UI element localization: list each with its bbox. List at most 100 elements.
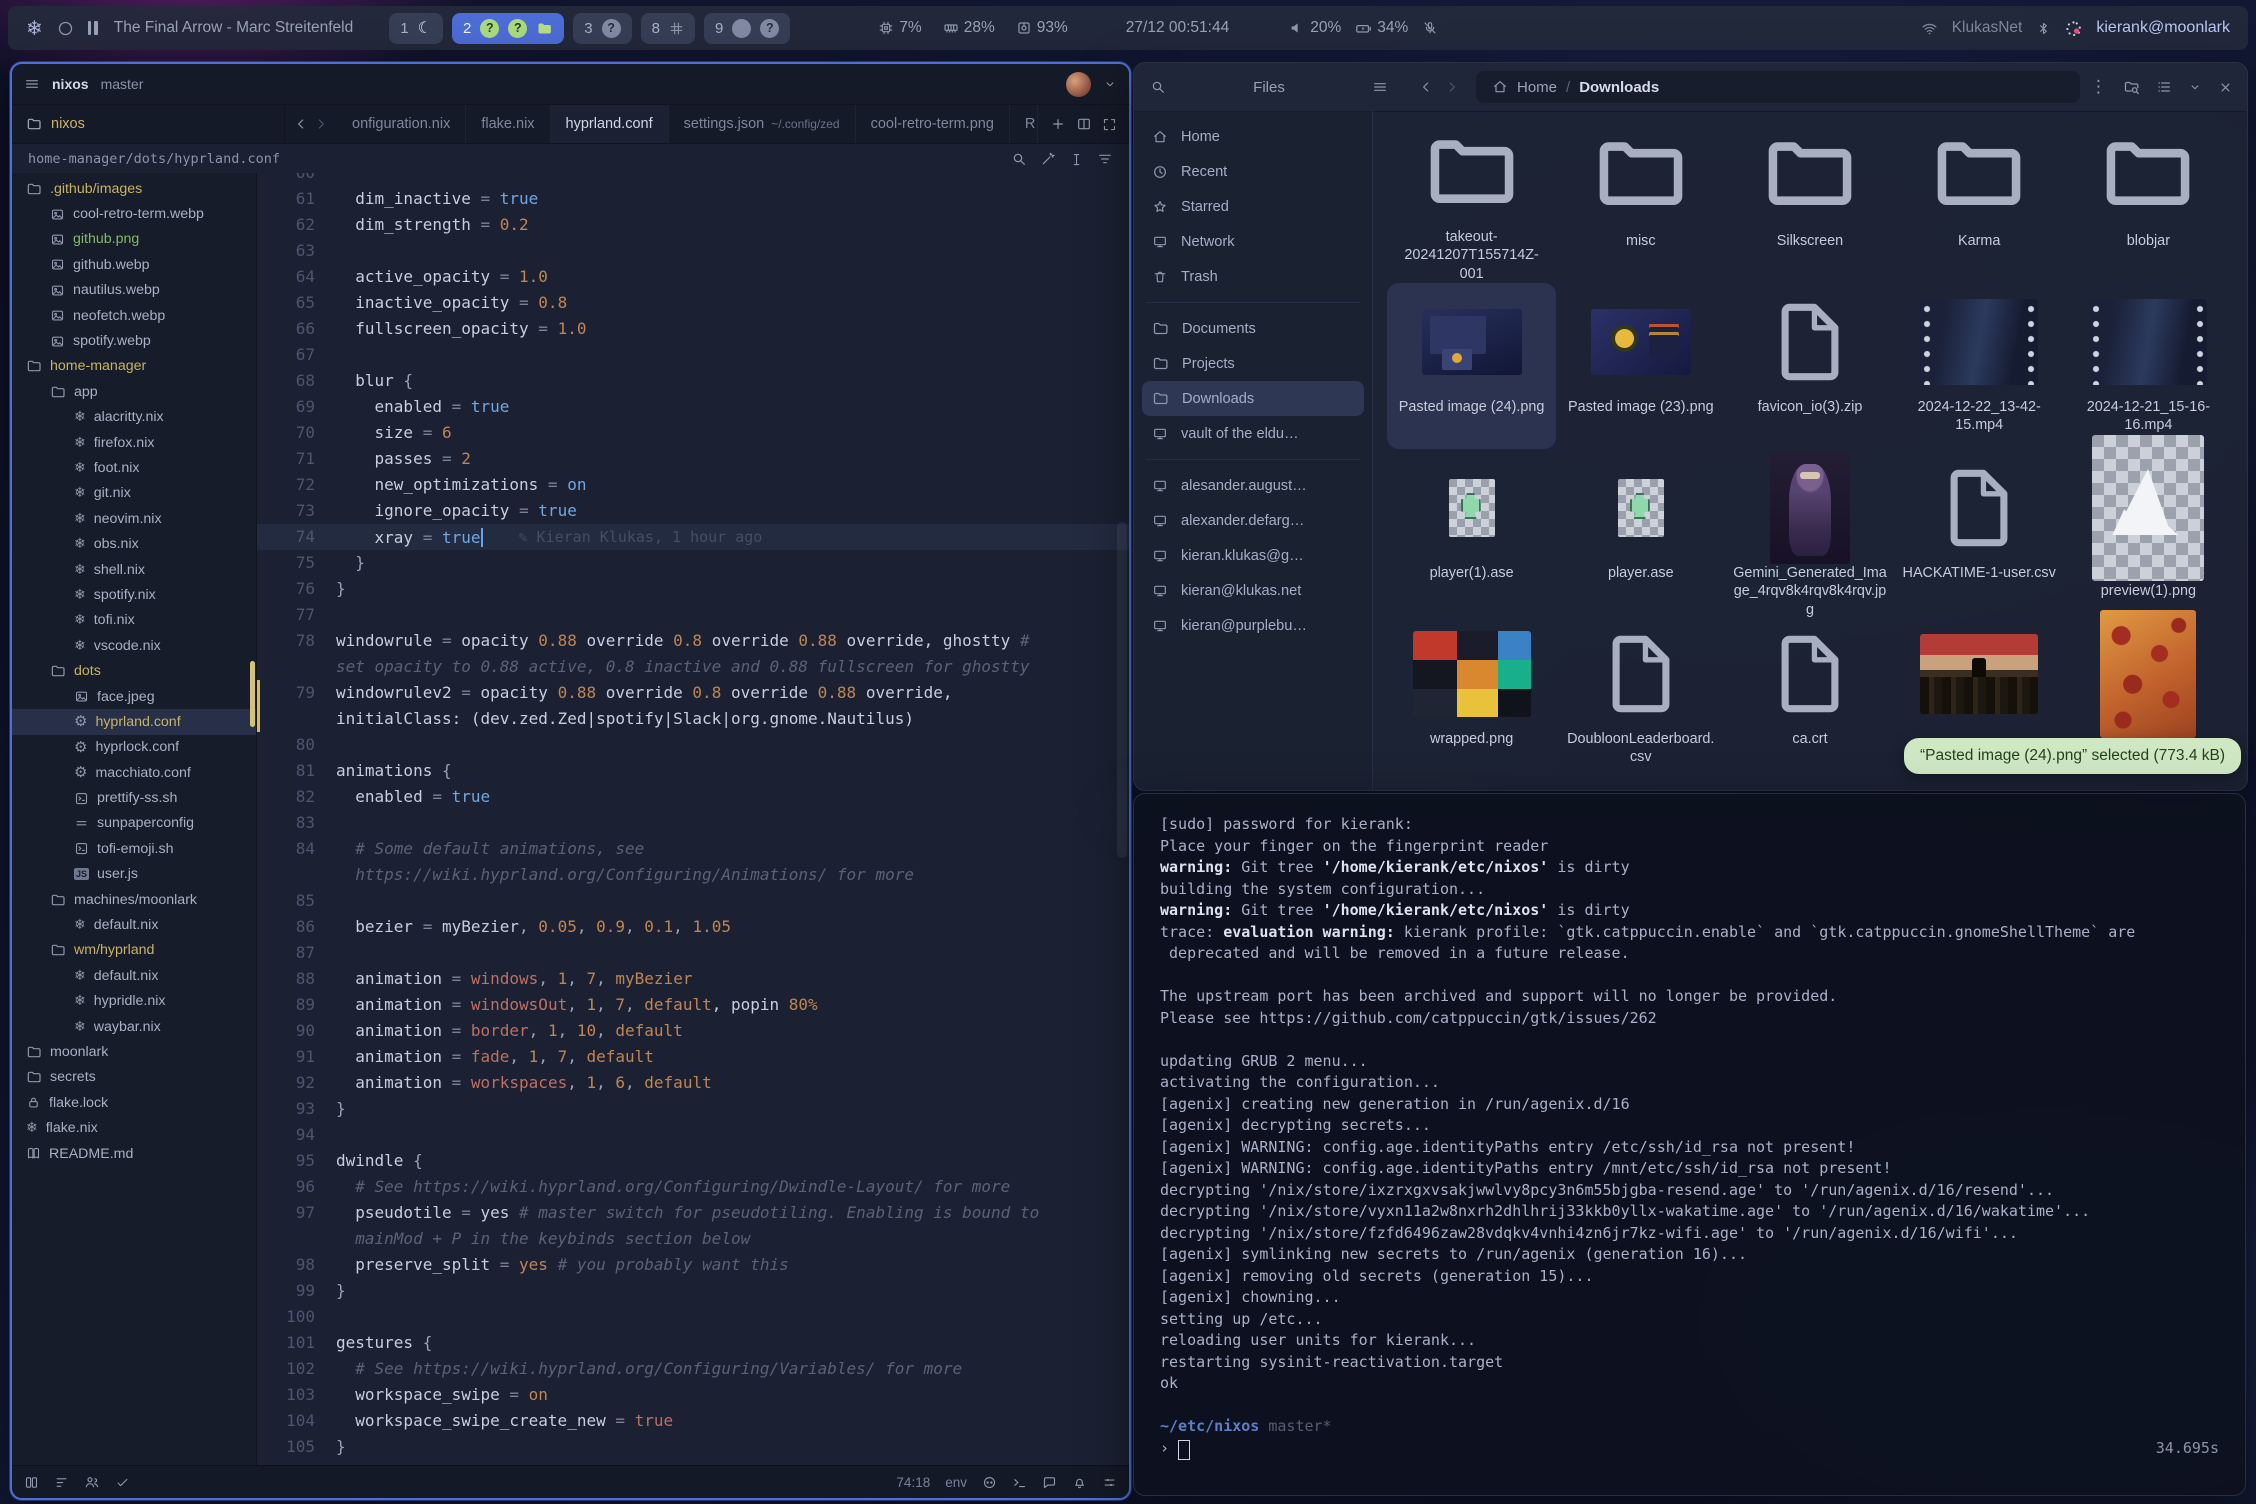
workspace-3[interactable]: 3? xyxy=(573,13,631,44)
wifi-icon[interactable] xyxy=(1921,20,1938,37)
code-line-77[interactable]: 77 xyxy=(257,602,1129,628)
code-line-70[interactable]: 70 size = 6 xyxy=(257,420,1129,446)
code-line-wrap[interactable]: mainMod + P in the keybinds section belo… xyxy=(257,1226,1129,1252)
code-line-104[interactable]: 104 workspace_swipe_create_new = true xyxy=(257,1408,1129,1434)
code-line-83[interactable]: 83 xyxy=(257,810,1129,836)
kebab-menu-icon[interactable]: ⋮ xyxy=(2090,79,2107,96)
tree-item-readme-md[interactable]: README.md xyxy=(12,1141,256,1166)
workspace-2[interactable]: 2?? xyxy=(452,13,564,44)
tree-item-default-nix[interactable]: ❄default.nix xyxy=(12,963,256,988)
code-line-91[interactable]: 91 animation = fade, 1, 7, default xyxy=(257,1044,1129,1070)
code-line-wrap[interactable]: set opacity to 0.88 active, 0.8 inactive… xyxy=(257,654,1129,680)
code-line-98[interactable]: 98 preserve_split = yes # you probably w… xyxy=(257,1252,1129,1278)
code-line-101[interactable]: 101gestures { xyxy=(257,1330,1129,1356)
tree-item-obs-nix[interactable]: ❄obs.nix xyxy=(12,531,256,556)
file-item-hackatime-1-user-csv[interactable]: HACKATIME-1-user.csv xyxy=(1895,449,2064,615)
sidebar-item-home[interactable]: Home xyxy=(1142,119,1364,154)
forward-icon[interactable] xyxy=(1444,79,1460,95)
file-item-image-removebg-preview-1-png[interactable]: image-removebg-preview(1).png xyxy=(2064,449,2233,615)
tree-item-git-nix[interactable]: ❄git.nix xyxy=(12,481,256,506)
ibeam-icon[interactable] xyxy=(1069,151,1084,167)
tree-item--github-images[interactable]: .github/images xyxy=(12,176,256,201)
env-label[interactable]: env xyxy=(945,1475,967,1490)
sidebar-item-projects[interactable]: Projects xyxy=(1142,346,1364,381)
tree-item-sunpaperconfig[interactable]: sunpaperconfig xyxy=(12,811,256,836)
mic-muted-icon[interactable] xyxy=(1422,20,1438,36)
code-line-72[interactable]: 72 new_optimizations = on xyxy=(257,472,1129,498)
tree-item-spotify-nix[interactable]: ❄spotify.nix xyxy=(12,582,256,607)
tree-item-nautilus-webp[interactable]: nautilus.webp xyxy=(12,278,256,303)
tree-item-dots[interactable]: dots xyxy=(12,658,256,683)
file-item-gemini-generated-image-4rqv8k4rqv8k4rqv-jpg[interactable]: Gemini_Generated_Image_4rqv8k4rqv8k4rqv.… xyxy=(1725,449,1894,615)
tree-item-alacritty-nix[interactable]: ❄alacritty.nix xyxy=(12,405,256,430)
tree-item-home-manager[interactable]: home-manager xyxy=(12,354,256,379)
code-line-62[interactable]: 62 dim_strength = 0.2 xyxy=(257,212,1129,238)
code-line-65[interactable]: 65 inactive_opacity = 0.8 xyxy=(257,290,1129,316)
code-line-103[interactable]: 103 workspace_swipe = on xyxy=(257,1382,1129,1408)
sidebar-item-downloads[interactable]: Downloads xyxy=(1142,381,1364,416)
diagnostics-check-icon[interactable] xyxy=(115,1475,130,1490)
wifi-ssid[interactable]: KlukasNet xyxy=(1952,19,2023,37)
tree-item-neofetch-webp[interactable]: neofetch.webp xyxy=(12,303,256,328)
code-line-100[interactable]: 100 xyxy=(257,1304,1129,1330)
file-item-misc[interactable]: misc xyxy=(1556,117,1725,283)
new-tab-icon[interactable] xyxy=(1050,116,1066,132)
tree-item-flake-nix[interactable]: ❄flake.nix xyxy=(12,1115,256,1140)
sidebar-item-kieran-klukas-net[interactable]: kieran@klukas.net xyxy=(1142,573,1364,608)
sidebar-item-alesander-august-[interactable]: alesander.august… xyxy=(1142,468,1364,503)
editor-scrollbar-thumb[interactable] xyxy=(1117,522,1127,858)
tree-item-foot-nix[interactable]: ❄foot.nix xyxy=(12,455,256,480)
notifications-bell-icon[interactable] xyxy=(1072,1475,1087,1490)
file-item-ca-crt[interactable]: ca.crt xyxy=(1725,615,1894,781)
git-branch-label[interactable]: master xyxy=(101,76,144,92)
menu-icon[interactable] xyxy=(24,76,40,92)
workspace-9[interactable]: 9? xyxy=(704,13,790,44)
code-line-81[interactable]: 81animations { xyxy=(257,758,1129,784)
code-line-68[interactable]: 68 blur { xyxy=(257,368,1129,394)
code-line-87[interactable]: 87 xyxy=(257,940,1129,966)
file-item-pasted-image-24-png[interactable]: Pasted image (24).png xyxy=(1387,283,1556,449)
tree-item-face-jpeg[interactable]: face.jpeg xyxy=(12,684,256,709)
tree-item-spotify-webp[interactable]: spotify.webp xyxy=(12,328,256,353)
file-item-favicon-io-3-zip[interactable]: favicon_io(3).zip xyxy=(1725,283,1894,449)
code-line-99[interactable]: 99} xyxy=(257,1278,1129,1304)
code-line-71[interactable]: 71 passes = 2 xyxy=(257,446,1129,472)
tree-item-vscode-nix[interactable]: ❄vscode.nix xyxy=(12,633,256,658)
path-bar[interactable]: Home / Downloads xyxy=(1476,71,2080,103)
avatar[interactable] xyxy=(1066,72,1091,97)
code-line-74[interactable]: 74 xray = true✎ Kieran Klukas, 1 hour ag… xyxy=(257,524,1129,550)
code-line-80[interactable]: 80 xyxy=(257,732,1129,758)
inline-assist-icon[interactable] xyxy=(1040,151,1056,167)
view-options-chevron-icon[interactable] xyxy=(2188,80,2202,94)
tree-item-github-png[interactable]: github.png xyxy=(12,227,256,252)
tree-item-app[interactable]: app xyxy=(12,379,256,404)
sidebar-item-network[interactable]: Network xyxy=(1142,224,1364,259)
path-root[interactable]: Home xyxy=(1517,79,1557,96)
tree-item-flake-lock[interactable]: flake.lock xyxy=(12,1090,256,1115)
tree-item-cool-retro-term-webp[interactable]: cool-retro-term.webp xyxy=(12,201,256,226)
code-line-wrap[interactable]: https://wiki.hyprland.org/Configuring/An… xyxy=(257,862,1129,888)
code-line-88[interactable]: 88 animation = windows, 1, 7, myBezier xyxy=(257,966,1129,992)
workspace-8[interactable]: 8 xyxy=(641,13,695,44)
code-line-69[interactable]: 69 enabled = true xyxy=(257,394,1129,420)
breadcrumb[interactable]: home-manager/dots/hyprland.conf xyxy=(28,151,280,167)
tree-item-shell-nix[interactable]: ❄shell.nix xyxy=(12,557,256,582)
code-line-92[interactable]: 92 animation = workspaces, 1, 6, default xyxy=(257,1070,1129,1096)
file-item-blobjar[interactable]: blobjar xyxy=(2064,117,2233,283)
cursor-position[interactable]: 74:18 xyxy=(896,1475,930,1490)
code-line-75[interactable]: 75 } xyxy=(257,550,1129,576)
folder-search-icon[interactable] xyxy=(2123,79,2140,96)
code-line-78[interactable]: 78windowrule = opacity 0.88 override 0.8… xyxy=(257,628,1129,654)
code-line-94[interactable]: 94 xyxy=(257,1122,1129,1148)
code-line-76[interactable]: 76} xyxy=(257,576,1129,602)
search-icon[interactable] xyxy=(1150,79,1166,95)
sidebar-item-trash[interactable]: Trash xyxy=(1142,259,1364,294)
sidebar-item-kieran-klukas-g-[interactable]: kieran.klukas@g… xyxy=(1142,538,1364,573)
tray-app-icon[interactable] xyxy=(2065,20,2082,37)
tree-item-wm-hyprland[interactable]: wm/hyprland xyxy=(12,938,256,963)
tab-r[interactable]: R xyxy=(1010,105,1037,143)
workspace-1[interactable]: 1☾ xyxy=(389,13,443,44)
tree-item-tofi-emoji-sh[interactable]: tofi-emoji.sh xyxy=(12,836,256,861)
tree-item-macchiato-conf[interactable]: ⚙macchiato.conf xyxy=(12,760,256,785)
project-panel-header[interactable]: nixos xyxy=(12,105,285,143)
